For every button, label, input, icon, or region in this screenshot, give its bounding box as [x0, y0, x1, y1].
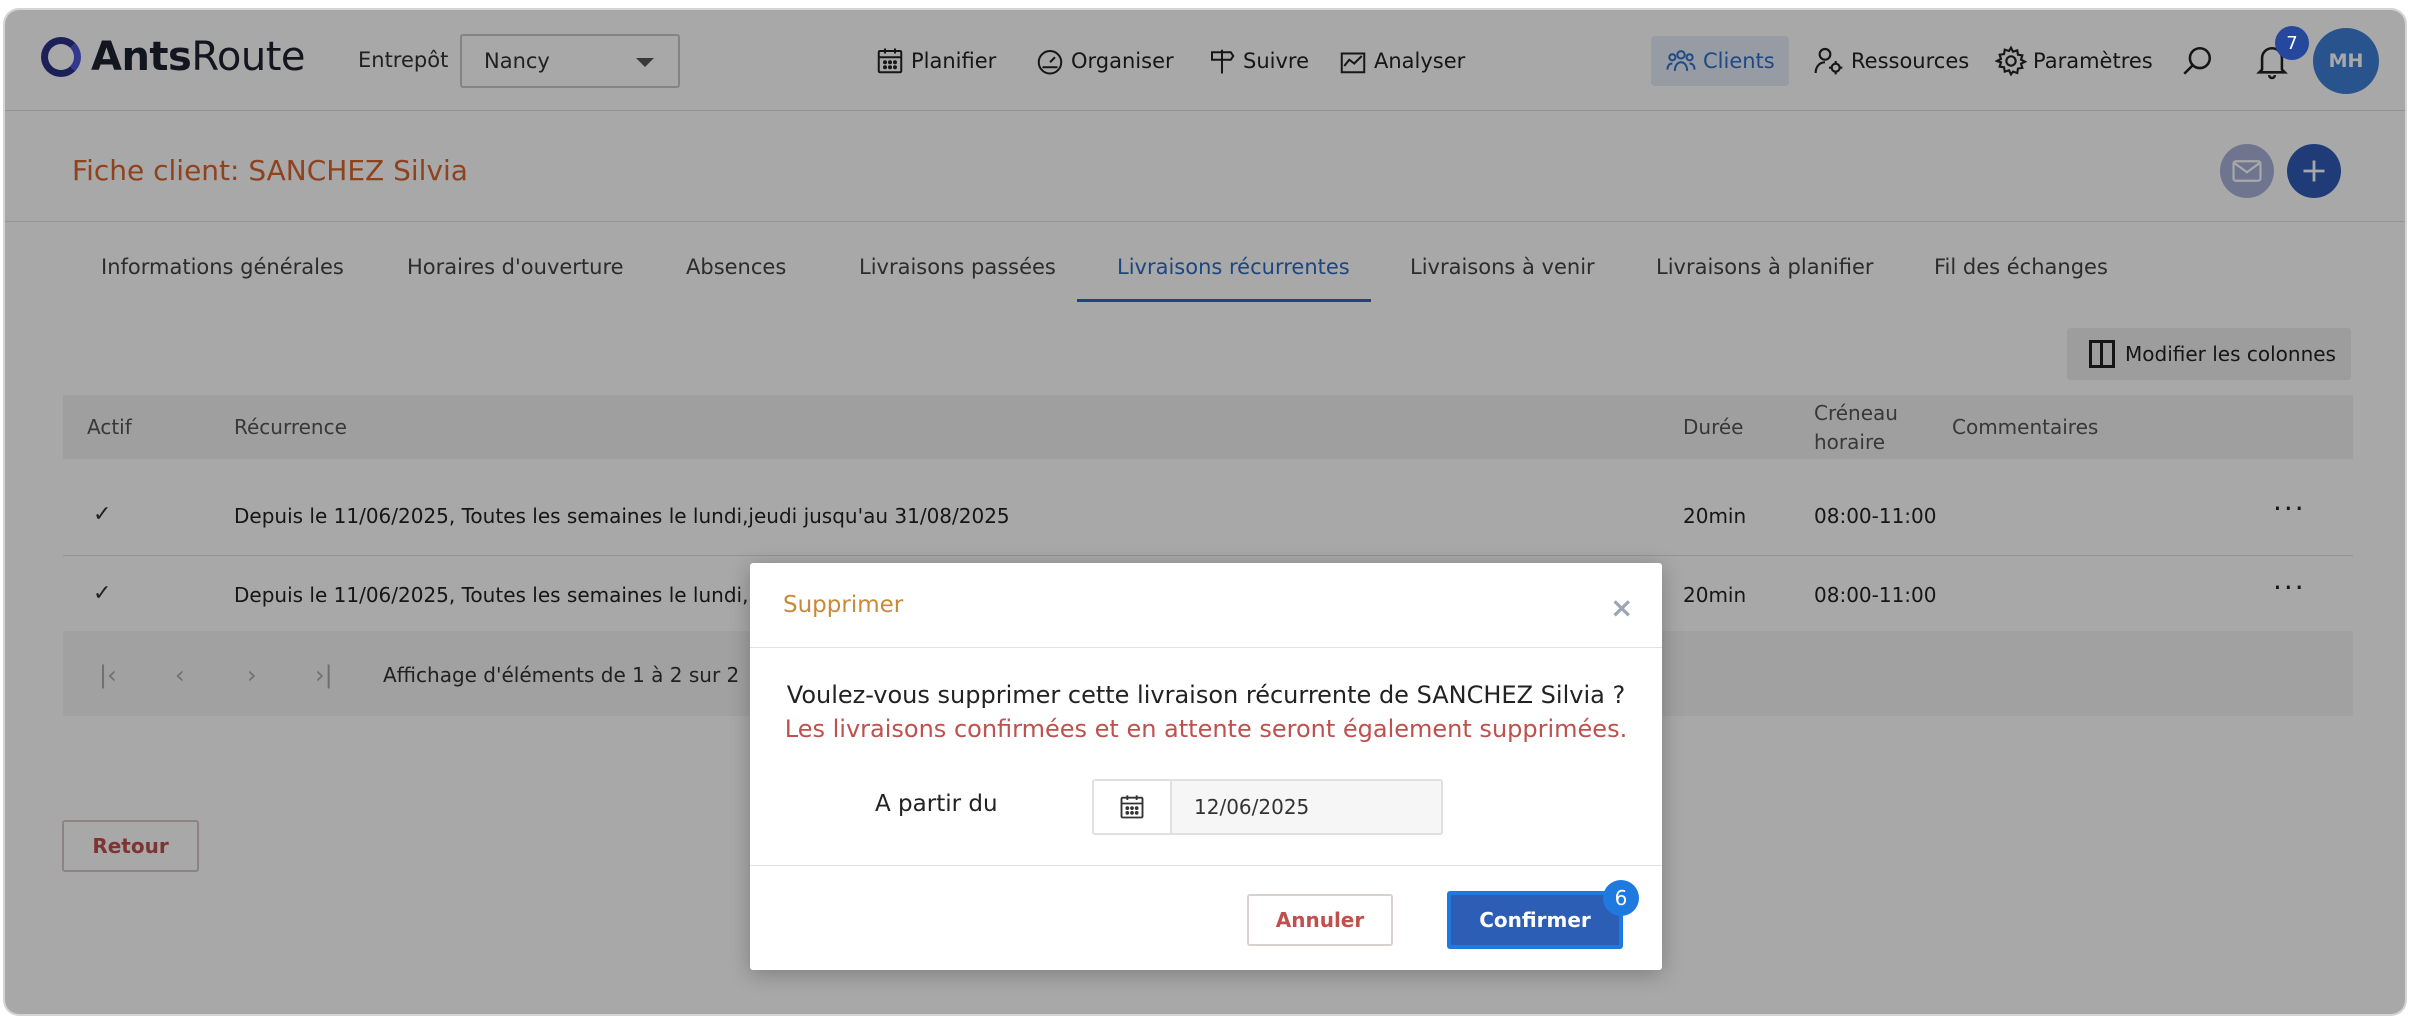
start-date-field[interactable] [1092, 779, 1443, 835]
dialog-footer: Annuler Confirmer 6 [750, 865, 1662, 970]
start-date-label: A partir du [875, 791, 998, 817]
dialog-title: Supprimer [783, 592, 904, 618]
close-icon[interactable]: × [1610, 591, 1633, 624]
datepicker-button[interactable] [1094, 781, 1172, 833]
dialog-warning: Les livraisons confirmées et en attente … [784, 715, 1628, 743]
start-date-input[interactable] [1194, 793, 1424, 821]
confirm-button[interactable]: Confirmer [1447, 891, 1623, 949]
delete-dialog: Supprimer × Voulez-vous supprimer cette … [750, 563, 1662, 970]
dialog-header: Supprimer × [750, 563, 1662, 648]
notifications-badge: 7 [2275, 26, 2309, 60]
step-badge: 6 [1603, 880, 1639, 916]
calendar-icon [1120, 795, 1144, 819]
dialog-question: Voulez-vous supprimer cette livraison ré… [786, 681, 1626, 709]
cancel-button[interactable]: Annuler [1247, 894, 1393, 946]
app-window: AntsRoute Entrepôt Nancy Planifier Organ… [5, 10, 2405, 1014]
